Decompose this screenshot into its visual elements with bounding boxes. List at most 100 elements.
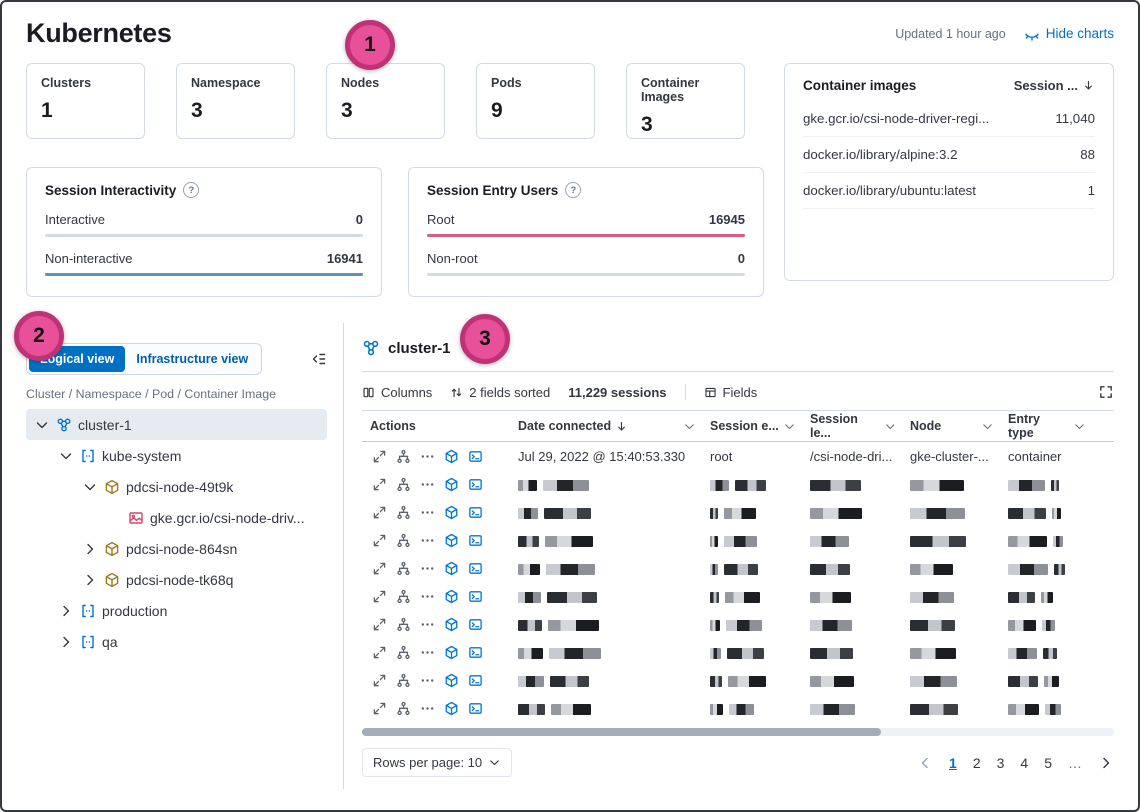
hide-charts-button[interactable]: Hide charts: [1024, 26, 1114, 42]
column-menu-chevron-icon[interactable]: [783, 420, 796, 433]
open-details-icon[interactable]: [372, 449, 387, 464]
column-menu-chevron-icon[interactable]: [1073, 420, 1086, 433]
open-details-icon[interactable]: [372, 505, 387, 520]
help-icon[interactable]: [183, 182, 199, 198]
open-details-icon[interactable]: [372, 617, 387, 632]
chevron-down-icon[interactable]: [82, 479, 98, 495]
page-4[interactable]: 4: [1020, 755, 1028, 771]
more-actions-icon[interactable]: [420, 673, 435, 688]
session-viewer-icon[interactable]: [468, 617, 483, 632]
columns-icon: [362, 386, 375, 399]
pod-icon[interactable]: [444, 589, 459, 604]
sessions-sort-column[interactable]: Session ...: [1014, 78, 1095, 93]
column-menu-chevron-icon[interactable]: [683, 420, 696, 433]
process-tree-icon[interactable]: [396, 617, 411, 632]
more-actions-icon[interactable]: [420, 477, 435, 492]
page-1[interactable]: 1: [949, 755, 957, 771]
tree-item-pdcsi-node-tk68q[interactable]: pdcsi-node-tk68q: [26, 564, 327, 595]
open-details-icon[interactable]: [372, 589, 387, 604]
process-tree-icon[interactable]: [396, 701, 411, 716]
tree-item-kube-system[interactable]: kube-system: [26, 440, 327, 471]
column-header-actions[interactable]: Actions: [362, 419, 510, 433]
more-actions-icon[interactable]: [420, 645, 435, 660]
process-tree-icon[interactable]: [396, 477, 411, 492]
session-viewer-icon[interactable]: [468, 561, 483, 576]
more-actions-icon[interactable]: [420, 561, 435, 576]
more-actions-icon[interactable]: [420, 533, 435, 548]
process-tree-icon[interactable]: [396, 589, 411, 604]
sort-fields-button[interactable]: 2 fields sorted: [450, 385, 550, 400]
previous-page-icon[interactable]: [917, 755, 933, 771]
open-details-icon[interactable]: [372, 533, 387, 548]
column-menu-chevron-icon[interactable]: [884, 420, 897, 433]
page-5[interactable]: 5: [1044, 755, 1052, 771]
process-tree-icon[interactable]: [396, 645, 411, 660]
fields-button[interactable]: Fields: [704, 385, 758, 400]
pod-icon[interactable]: [444, 701, 459, 716]
tree-item-pdcsi-node-864sn[interactable]: pdcsi-node-864sn: [26, 533, 327, 564]
column-menu-chevron-icon[interactable]: [981, 420, 994, 433]
session-entry-users-card: Session Entry Users Root 16945 Non-root …: [408, 167, 764, 297]
pod-icon[interactable]: [444, 561, 459, 576]
pod-icon[interactable]: [444, 533, 459, 548]
pod-icon[interactable]: [444, 449, 459, 464]
page-2[interactable]: 2: [973, 755, 981, 771]
column-header-node[interactable]: Node: [902, 419, 1000, 433]
process-tree-icon[interactable]: [396, 505, 411, 520]
chevron-right-icon[interactable]: [82, 541, 98, 557]
open-details-icon[interactable]: [372, 645, 387, 660]
column-header-session-le-[interactable]: Session le...: [802, 412, 902, 440]
more-actions-icon[interactable]: [420, 449, 435, 464]
chevron-right-icon[interactable]: [82, 572, 98, 588]
tree-item-pdcsi-node-49t9k[interactable]: pdcsi-node-49t9k: [26, 471, 327, 502]
collapse-tree-icon[interactable]: [311, 351, 327, 367]
pod-icon[interactable]: [444, 505, 459, 520]
redacted-cell: [510, 701, 702, 716]
column-header-entry-type[interactable]: Entry type: [1000, 412, 1092, 440]
session-viewer-icon[interactable]: [468, 477, 483, 492]
more-actions-icon[interactable]: [420, 589, 435, 604]
help-icon[interactable]: [565, 182, 581, 198]
more-actions-icon[interactable]: [420, 505, 435, 520]
process-tree-icon[interactable]: [396, 449, 411, 464]
rows-per-page-select[interactable]: Rows per page: 10: [362, 748, 512, 777]
tree-item-production[interactable]: production: [26, 595, 327, 626]
page-3[interactable]: 3: [997, 755, 1005, 771]
tree-item-cluster-1[interactable]: cluster-1: [26, 409, 327, 440]
tree-item-qa[interactable]: qa: [26, 626, 327, 657]
infrastructure-view-button[interactable]: Infrastructure view: [125, 346, 259, 372]
process-tree-icon[interactable]: [396, 673, 411, 688]
session-viewer-icon[interactable]: [468, 533, 483, 548]
process-tree-icon[interactable]: [396, 533, 411, 548]
process-tree-icon[interactable]: [396, 561, 411, 576]
more-actions-icon[interactable]: [420, 617, 435, 632]
next-page-icon[interactable]: [1098, 755, 1114, 771]
column-header-session-e-[interactable]: Session e...: [702, 419, 802, 433]
session-viewer-icon[interactable]: [468, 701, 483, 716]
chevron-right-icon[interactable]: [58, 603, 74, 619]
chevron-down-icon[interactable]: [58, 448, 74, 464]
more-actions-icon[interactable]: [420, 701, 435, 716]
session-viewer-icon[interactable]: [468, 589, 483, 604]
redacted-cell: [902, 589, 1000, 604]
session-viewer-icon[interactable]: [468, 505, 483, 520]
session-viewer-icon[interactable]: [468, 645, 483, 660]
open-details-icon[interactable]: [372, 701, 387, 716]
column-header-date-connected[interactable]: Date connected: [510, 419, 702, 433]
pod-icon[interactable]: [444, 673, 459, 688]
chevron-right-icon[interactable]: [58, 634, 74, 650]
session-viewer-icon[interactable]: [468, 673, 483, 688]
pod-icon[interactable]: [444, 617, 459, 632]
fullscreen-icon[interactable]: [1098, 384, 1114, 400]
scrollbar-thumb[interactable]: [362, 728, 881, 736]
tree-item-gke-gcr-io-csi-node-driv-[interactable]: gke.gcr.io/csi-node-driv...: [26, 502, 327, 533]
session-viewer-icon[interactable]: [468, 449, 483, 464]
open-details-icon[interactable]: [372, 477, 387, 492]
image-session-count: 1: [1088, 183, 1095, 198]
open-details-icon[interactable]: [372, 673, 387, 688]
pod-icon[interactable]: [444, 477, 459, 492]
chevron-down-icon[interactable]: [34, 417, 50, 433]
pod-icon[interactable]: [444, 645, 459, 660]
columns-button[interactable]: Columns: [362, 385, 432, 400]
open-details-icon[interactable]: [372, 561, 387, 576]
